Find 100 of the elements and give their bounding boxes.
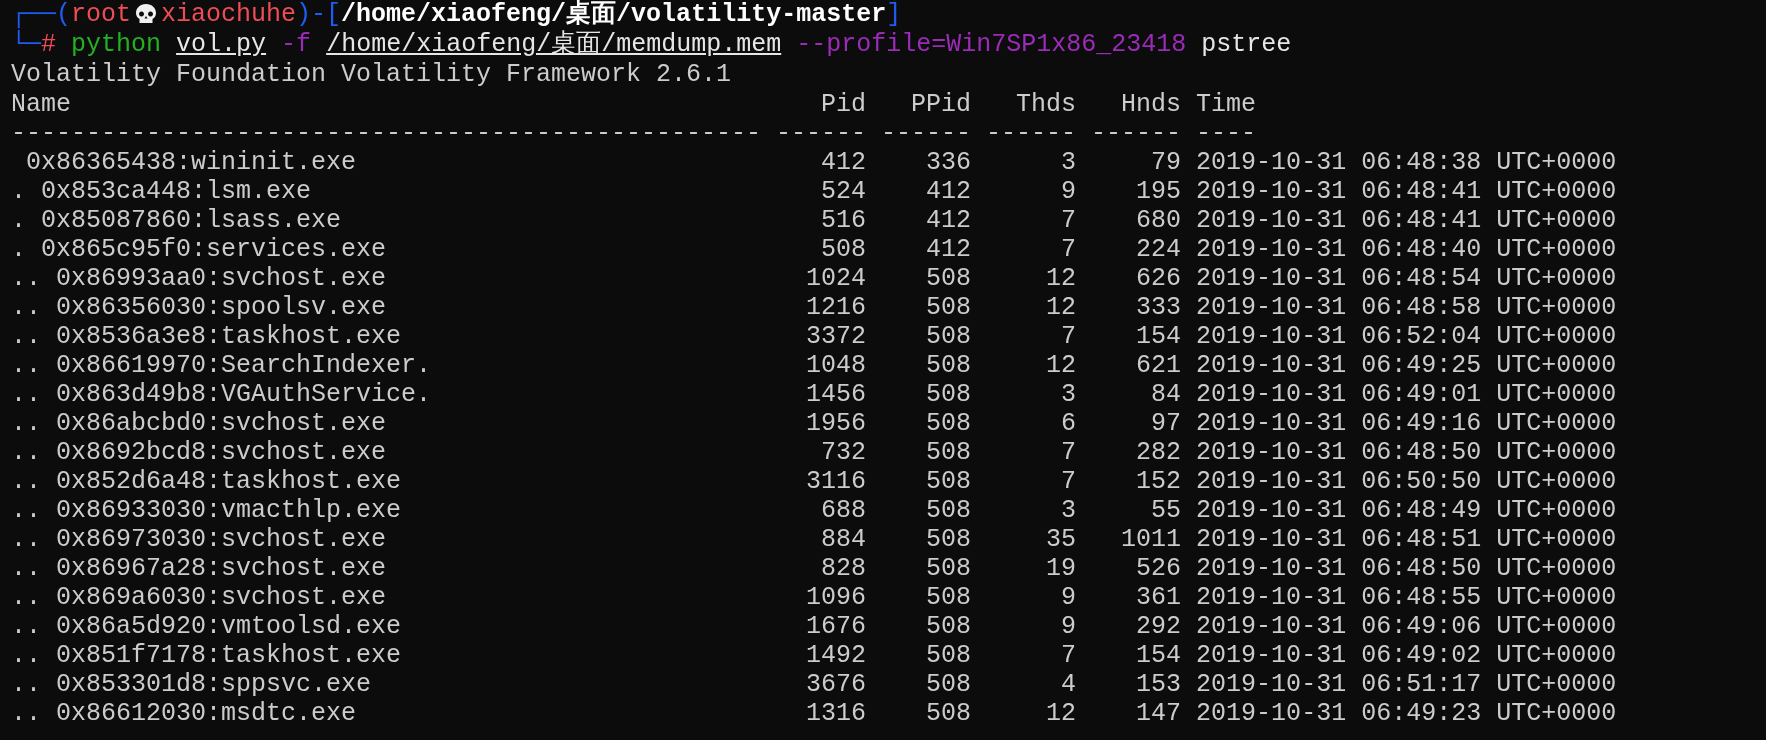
table-cell: 2019-10-31 06:48:40 UTC+0000 — [1196, 235, 1617, 264]
table-cell-text: 224 — [1135, 235, 1182, 264]
table-cell-text: .. 0x8536a3e8:taskhost.exe — [11, 322, 403, 351]
table-cell-text: 7 — [1060, 206, 1077, 235]
table-cell-text: 508 — [925, 612, 972, 641]
header-separator: ---- — [1196, 119, 1258, 148]
prompt-frame: └─ — [11, 30, 41, 59]
table-cell-text: 3 — [1060, 380, 1077, 409]
option-argument: --profile=Win7SP1x86_23418 — [796, 30, 1187, 59]
table-cell-text: .. 0x8692bcd8:svchost.exe — [11, 438, 388, 467]
command-name: python — [71, 30, 162, 59]
table-cell: 2019-10-31 06:48:51 UTC+0000 — [1196, 525, 1617, 554]
table-cell-text: 526 — [1135, 554, 1182, 583]
table-cell-text: 508 — [925, 322, 972, 351]
table-cell-text: 412 — [925, 235, 972, 264]
table-cell-text: 508 — [925, 438, 972, 467]
table-cell-text: 508 — [925, 467, 972, 496]
table-cell-text: 508 — [925, 264, 972, 293]
header-separator: ------ — [1091, 119, 1182, 148]
table-cell-text: 12 — [1045, 699, 1077, 728]
table-cell-text: . 0x853ca448:lsm.exe — [11, 177, 313, 206]
path-argument: vol.py — [176, 30, 267, 59]
table-cell: 2019-10-31 06:52:04 UTC+0000 — [1196, 322, 1617, 351]
table-cell-text: 333 — [1135, 293, 1182, 322]
table-cell-text: 153 — [1135, 670, 1182, 699]
table-cell-text: 626 — [1135, 264, 1182, 293]
table-cell: 2019-10-31 06:49:25 UTC+0000 — [1196, 351, 1617, 380]
header-separator: ------ — [881, 119, 972, 148]
table-cell-text: 508 — [925, 293, 972, 322]
table-cell-text: 7 — [1060, 322, 1077, 351]
prompt-frame: ] — [886, 0, 902, 29]
table-cell-text: 154 — [1135, 322, 1182, 351]
table-cell: 2019-10-31 06:48:41 UTC+0000 — [1196, 177, 1617, 206]
table-cell-text: 516 — [820, 206, 867, 235]
table-cell-text: .. 0x853301d8:sppsvc.exe — [11, 670, 373, 699]
option-argument: -f — [281, 30, 312, 59]
path-argument: /home/xiaofeng/桌面/memdump.mem — [326, 30, 782, 59]
table-cell-text: 1024 — [805, 264, 867, 293]
table-cell-text: 1216 — [805, 293, 867, 322]
table-cell-text: 12 — [1045, 264, 1077, 293]
table-cell-text: 7 — [1060, 641, 1077, 670]
table-cell-text: 84 — [1150, 380, 1182, 409]
table-cell-text: 9 — [1060, 177, 1077, 206]
table-cell-text: .. 0x851f7178:taskhost.exe — [11, 641, 403, 670]
table-cell: 2019-10-31 06:48:58 UTC+0000 — [1196, 293, 1617, 322]
table-cell-text: 55 — [1150, 496, 1182, 525]
table-cell-text: 3372 — [805, 322, 867, 351]
table-cell-text: 508 — [925, 496, 972, 525]
table-cell-text: 1456 — [805, 380, 867, 409]
table-cell-text: 7 — [1060, 235, 1077, 264]
table-cell-text: .. 0x86973030:svchost.exe — [11, 525, 388, 554]
table-cell: 2019-10-31 06:51:17 UTC+0000 — [1196, 670, 1617, 699]
table-cell-text: 508 — [925, 380, 972, 409]
column-header: Thds — [1015, 90, 1077, 119]
table-cell: 2019-10-31 06:48:50 UTC+0000 — [1196, 438, 1617, 467]
table-cell-text: 6 — [1060, 409, 1077, 438]
table-cell-text: 3 — [1060, 148, 1077, 177]
table-cell-text: . 0x85087860:lsass.exe — [11, 206, 343, 235]
table-cell-text: 7 — [1060, 438, 1077, 467]
table-cell-text: .. 0x86619970:SearchIndexer. — [11, 351, 433, 380]
table-cell-text: 680 — [1135, 206, 1182, 235]
table-cell-text: . 0x865c95f0:services.exe — [11, 235, 388, 264]
table-cell-text: 412 — [925, 206, 972, 235]
table-cell-text: 195 — [1135, 177, 1182, 206]
table-cell-text: 1048 — [805, 351, 867, 380]
column-header: Pid — [820, 90, 867, 119]
table-cell-text: 282 — [1135, 438, 1182, 467]
command-argument: pstree — [1201, 30, 1292, 59]
table-cell-text: 508 — [925, 554, 972, 583]
table-cell-text: 1096 — [805, 583, 867, 612]
table-cell-text: 97 — [1150, 409, 1182, 438]
table-cell-text: 336 — [925, 148, 972, 177]
table-cell-text: 9 — [1060, 583, 1077, 612]
table-cell: 2019-10-31 06:48:41 UTC+0000 — [1196, 206, 1617, 235]
prompt-host: xiaochuhe — [161, 0, 297, 29]
table-cell-text: 147 — [1135, 699, 1182, 728]
table-cell: 2019-10-31 06:48:38 UTC+0000 — [1196, 148, 1617, 177]
header-separator: ------ — [776, 119, 867, 148]
table-cell-text: 154 — [1135, 641, 1182, 670]
table-cell: 2019-10-31 06:49:02 UTC+0000 — [1196, 641, 1617, 670]
table-cell-text: 152 — [1135, 467, 1182, 496]
table-cell-text: .. 0x86993aa0:svchost.exe — [11, 264, 388, 293]
table-cell: 2019-10-31 06:48:54 UTC+0000 — [1196, 264, 1617, 293]
table-cell-text: 3676 — [805, 670, 867, 699]
prompt-symbol: # — [41, 30, 57, 59]
table-cell-text: 361 — [1135, 583, 1182, 612]
table-cell-text: 508 — [820, 235, 867, 264]
column-header: Time — [1196, 90, 1258, 119]
table-cell-text: .. 0x86967a28:svchost.exe — [11, 554, 388, 583]
table-cell-text: .. 0x86612030:msdtc.exe — [11, 699, 358, 728]
header-separator: ------ — [986, 119, 1077, 148]
table-cell-text: .. 0x86933030:vmacthlp.exe — [11, 496, 403, 525]
table-cell-text: 508 — [925, 670, 972, 699]
column-header: Hnds — [1120, 90, 1182, 119]
table-cell-text: .. 0x863d49b8:VGAuthService. — [11, 380, 433, 409]
table-cell-text: 508 — [925, 699, 972, 728]
table-cell-text: 508 — [925, 409, 972, 438]
table-cell-text: 508 — [925, 525, 972, 554]
table-cell-text: 412 — [925, 177, 972, 206]
table-cell-text: 1492 — [805, 641, 867, 670]
